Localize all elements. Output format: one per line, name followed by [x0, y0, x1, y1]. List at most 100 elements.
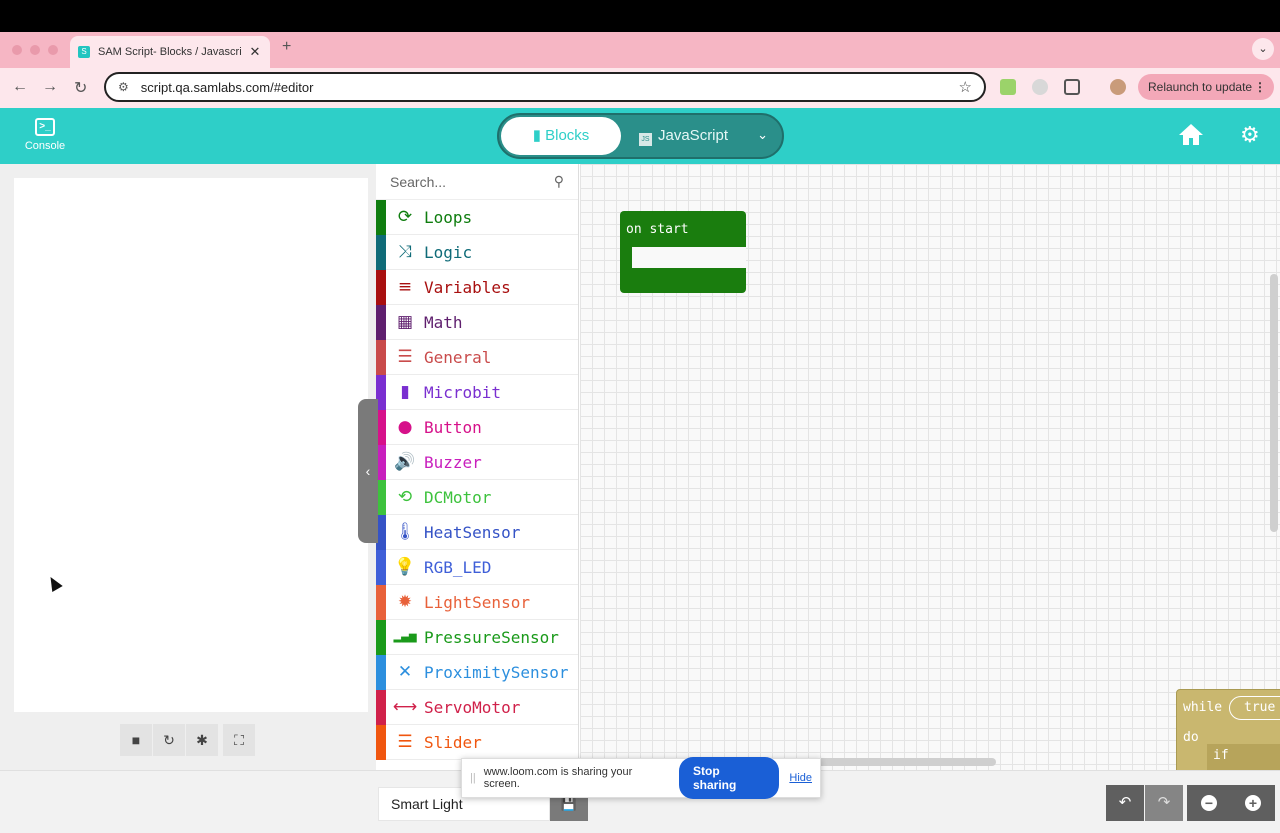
on-start-block[interactable]: on start	[620, 211, 746, 293]
toolbox-category-slider[interactable]: ☰ Slider	[376, 724, 578, 760]
site-settings-icon[interactable]: ⚙	[118, 80, 129, 94]
on-start-statement-slot[interactable]	[632, 247, 746, 268]
console-button[interactable]: >_ Console	[20, 118, 70, 152]
toolbox-category-heatsensor[interactable]: 🌡 HeatSensor	[376, 514, 578, 550]
tab-search-chevron-icon[interactable]: ⌄	[1252, 38, 1274, 60]
top-bezel	[0, 0, 1280, 32]
category-color-bar	[376, 619, 386, 655]
search-input[interactable]: Search...	[390, 174, 554, 190]
sun-icon: ✹	[397, 592, 413, 612]
toolbox-category-variables[interactable]: ≡ Variables	[376, 269, 578, 305]
circle-icon: ●	[397, 417, 413, 437]
simulator-canvas[interactable]	[14, 178, 368, 712]
shuffle-icon: ⤨	[398, 242, 412, 262]
close-window-icon[interactable]	[12, 45, 22, 55]
toolbox-category-proximitysensor[interactable]: ✕ ProximitySensor	[376, 654, 578, 690]
sam-favicon-icon: S	[78, 46, 90, 58]
relaunch-button[interactable]: Relaunch to update ⋮	[1138, 74, 1274, 100]
toolbox-category-general[interactable]: ☰ General	[376, 339, 578, 375]
extension-icon[interactable]	[1000, 79, 1016, 95]
workspace-vertical-scrollbar[interactable]	[1270, 274, 1278, 532]
toolbox-category-rgb-led[interactable]: 💡 RGB_LED	[376, 549, 578, 585]
category-label: Loops	[424, 207, 473, 227]
tab-title: SAM Script- Blocks / Javascri	[98, 46, 242, 58]
calculator-icon: ▦	[396, 312, 414, 332]
search-icon[interactable]: ⚲	[554, 173, 564, 190]
url-text[interactable]: script.qa.samlabs.com/#editor	[141, 80, 959, 95]
reload-icon[interactable]: ↻	[74, 78, 87, 98]
settings-gear-icon[interactable]: ⚙	[1240, 124, 1260, 146]
simulator-toolbar: ■ ↻ ✱ ⛶	[120, 724, 256, 756]
debug-bug-icon[interactable]: ✱	[186, 724, 218, 756]
tab-close-icon[interactable]: ✕	[248, 44, 262, 60]
block-toolbox: Search... ⚲ ⟳ Loops ⤨ Logic ≡ Variables ▦ Math ☰…	[376, 164, 579, 770]
javascript-tab[interactable]: JS JavaScript	[639, 117, 739, 155]
category-label: HeatSensor	[424, 522, 521, 542]
toolbox-search[interactable]: Search... ⚲	[376, 164, 578, 200]
zoom-controls: − +	[1187, 785, 1275, 821]
category-color-bar	[376, 689, 386, 725]
home-icon[interactable]	[1178, 122, 1204, 151]
category-label: Slider	[424, 732, 482, 752]
while-block[interactable]: while true do if	[1176, 689, 1280, 770]
toolbox-category-button[interactable]: ● Button	[376, 409, 578, 445]
toolbox-category-microbit[interactable]: ▮ Microbit	[376, 374, 578, 410]
blocks-tab[interactable]: ▮ Blocks	[501, 117, 621, 155]
javascript-tab-label: JavaScript	[658, 127, 729, 144]
editor-mode-switcher: ▮ Blocks JS JavaScript ⌄	[497, 113, 784, 159]
bookmark-star-icon[interactable]: ☆	[959, 78, 972, 96]
toolbox-category-dcmotor[interactable]: ⟲ DCMotor	[376, 479, 578, 515]
if-block[interactable]: if	[1207, 744, 1280, 770]
browser-tab[interactable]: S SAM Script- Blocks / Javascri ✕	[70, 36, 270, 68]
toolbox-category-servomotor[interactable]: ⟷ ServoMotor	[376, 689, 578, 725]
toolbox-category-logic[interactable]: ⤨ Logic	[376, 234, 578, 270]
zoom-out-icon[interactable]: −	[1201, 795, 1217, 811]
redo-icon[interactable]: ↷	[1145, 785, 1183, 821]
restart-icon[interactable]: ↻	[153, 724, 185, 756]
do-label: do	[1183, 730, 1199, 745]
stop-sharing-button[interactable]: Stop sharing	[678, 757, 780, 799]
minimize-window-icon[interactable]	[30, 45, 40, 55]
category-label: Logic	[424, 242, 473, 262]
extension-circle-icon[interactable]	[1032, 79, 1048, 95]
category-label: ProximitySensor	[424, 662, 569, 682]
profile-avatar[interactable]	[1110, 79, 1126, 95]
chevron-down-icon[interactable]: ⌄	[757, 127, 768, 143]
true-value[interactable]: true	[1229, 696, 1280, 720]
forward-arrow-icon[interactable]: →	[42, 78, 58, 96]
collapse-simulator-chevron-icon[interactable]: ‹	[358, 399, 378, 543]
category-color-bar	[376, 234, 386, 270]
puzzle-icon: ▮	[532, 127, 541, 144]
category-color-bar	[376, 304, 386, 340]
extensions-puzzle-icon[interactable]	[1064, 79, 1080, 95]
category-color-bar	[376, 584, 386, 620]
category-label: Button	[424, 417, 482, 437]
back-arrow-icon[interactable]: ←	[12, 78, 28, 96]
maximize-window-icon[interactable]	[48, 45, 58, 55]
expand-arrows-icon: ✕	[397, 662, 413, 682]
fullscreen-icon[interactable]: ⛶	[223, 724, 255, 756]
more-menu-icon[interactable]: ⋮	[1254, 74, 1266, 100]
category-label: ServoMotor	[424, 697, 521, 717]
tab-strip: S SAM Script- Blocks / Javascri ✕ + ⌄	[0, 32, 1280, 68]
undo-icon[interactable]: ↶	[1106, 785, 1144, 821]
toolbox-category-loops[interactable]: ⟳ Loops	[376, 199, 578, 235]
category-color-bar	[376, 199, 386, 235]
toolbox-category-buzzer[interactable]: 🔊 Buzzer	[376, 444, 578, 480]
new-tab-button[interactable]: +	[282, 38, 291, 56]
while-label: while	[1183, 700, 1223, 715]
workspace-horizontal-scrollbar[interactable]	[800, 758, 996, 766]
toolbox-category-lightsensor[interactable]: ✹ LightSensor	[376, 584, 578, 620]
category-label: RGB_LED	[424, 557, 492, 577]
on-start-label: on start	[626, 222, 689, 237]
address-bar[interactable]: ⚙ script.qa.samlabs.com/#editor ☆	[104, 72, 986, 102]
category-color-bar	[376, 724, 386, 760]
toolbox-category-math[interactable]: ▦ Math	[376, 304, 578, 340]
stop-icon[interactable]: ■	[120, 724, 152, 756]
hide-link[interactable]: Hide	[789, 772, 812, 784]
zoom-in-icon[interactable]: +	[1245, 795, 1261, 811]
drag-handle-icon[interactable]: ||	[470, 772, 476, 784]
chip-icon: ▮	[400, 382, 410, 402]
blocks-workspace[interactable]: on start while true do if	[580, 164, 1280, 770]
toolbox-category-pressuresensor[interactable]: ▂▄▆ PressureSensor	[376, 619, 578, 655]
